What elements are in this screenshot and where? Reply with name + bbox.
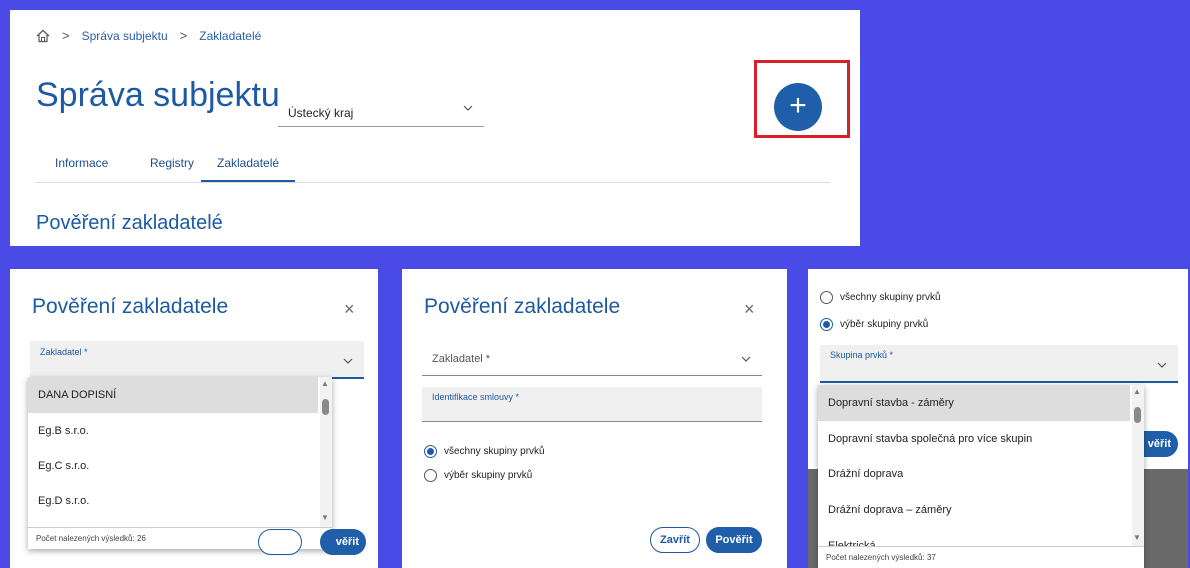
chevron-right-icon: > [62, 28, 70, 43]
radio-select-groups[interactable]: výběr skupiny prvků [820, 318, 928, 331]
radio-label: výběr skupiny prvků [444, 470, 533, 481]
scrollbar[interactable]: ▲ ▼ [320, 377, 332, 527]
scroll-down-icon[interactable]: ▼ [321, 513, 329, 522]
scroll-up-icon[interactable]: ▲ [1133, 387, 1141, 396]
dialog-title: Pověření zakladatele [424, 295, 621, 318]
page-title: Správa subjektu [36, 76, 280, 114]
founder-dropdown-list: DANA DOPISNÍ Eg.B s.r.o. Eg.C s.r.o. Eg.… [28, 377, 332, 549]
breadcrumb: > Správa subjektu > Zakladatelé [36, 28, 261, 43]
chevron-down-icon [343, 358, 353, 364]
subject-select-value: Ústecký kraj [288, 106, 354, 120]
tab-registries[interactable]: Registry [150, 156, 194, 170]
close-icon[interactable]: × [344, 299, 355, 320]
breadcrumb-item-founders[interactable]: Zakladatelé [199, 29, 261, 43]
radio-button[interactable] [820, 291, 833, 304]
radio-all-groups[interactable]: všechny skupiny prvků [424, 445, 545, 458]
radio-button[interactable] [424, 469, 437, 482]
contract-id-input[interactable]: Identifikace smlouvy * [422, 387, 762, 422]
chevron-right-icon: > [179, 28, 188, 43]
radio-label: všechny skupiny prvků [840, 292, 941, 303]
add-button[interactable]: + [774, 83, 822, 131]
scrollbar[interactable]: ▲ ▼ [1132, 385, 1144, 547]
radio-label: výběr skupiny prvků [840, 319, 929, 330]
cancel-button[interactable] [258, 529, 302, 555]
scroll-up-icon[interactable]: ▲ [321, 379, 329, 388]
radio-button[interactable] [424, 445, 437, 458]
list-item[interactable]: Eg.C s.r.o. [28, 448, 318, 484]
subject-select[interactable]: Ústecký kraj [278, 94, 484, 127]
chevron-down-icon [1157, 362, 1167, 368]
chevron-down-icon [741, 356, 751, 362]
assign-founder-dialog-dropdown: Pověření zakladatele × Zakladatel * DANA… [10, 269, 378, 568]
breadcrumb-item-subject[interactable]: Správa subjektu [82, 29, 168, 43]
radio-button[interactable] [820, 318, 833, 331]
scroll-down-icon[interactable]: ▼ [1133, 533, 1141, 542]
founder-select-placeholder: Zakladatel * [432, 353, 491, 365]
scrollbar-thumb[interactable] [322, 399, 329, 415]
founder-select[interactable]: Zakladatel * [30, 341, 364, 379]
home-icon[interactable] [36, 29, 50, 43]
list-item[interactable]: Drážní doprava – záměry [818, 492, 1130, 528]
list-item[interactable]: Eg.B s.r.o. [28, 413, 318, 449]
list-item[interactable]: DANA DOPISNÍ [28, 377, 318, 413]
list-item[interactable]: Dopravní stavba společná pro více skupin [818, 421, 1130, 457]
radio-all-groups[interactable]: všechny skupiny prvků [820, 291, 941, 304]
element-group-dialog: všechny skupiny prvků výběr skupiny prvk… [808, 269, 1188, 568]
confirm-button[interactable]: věřit [320, 529, 366, 555]
element-group-dropdown-list: Dopravní stavba - záměry Dopravní stavba… [818, 385, 1144, 568]
subject-management-panel: > Správa subjektu > Zakladatelé Správa s… [10, 10, 860, 246]
radio-select-groups[interactable]: výběr skupiny prvků [424, 469, 532, 482]
result-count: Počet nalezených výsledků: 37 [818, 546, 1144, 568]
list-item[interactable]: Drážní doprava [818, 456, 1130, 492]
radio-label: všechny skupiny prvků [444, 446, 545, 457]
section-title: Pověření zakladatelé [36, 212, 223, 234]
scrollbar-thumb[interactable] [1134, 407, 1141, 423]
founder-select[interactable]: Zakladatel * [422, 339, 762, 376]
element-group-label: Skupina prvků * [830, 350, 894, 360]
list-item[interactable]: Dopravní stavba - záměry [818, 385, 1130, 421]
tab-founders[interactable]: Zakladatelé [201, 156, 296, 182]
chevron-down-icon [463, 105, 473, 111]
confirm-button[interactable]: Pověřit [706, 527, 762, 553]
dialog-title: Pověření zakladatele [32, 295, 229, 318]
contract-id-label: Identifikace smlouvy * [432, 392, 520, 402]
element-group-select[interactable]: Skupina prvků * [820, 345, 1178, 383]
tab-information[interactable]: Informace [55, 156, 108, 170]
founder-select-label: Zakladatel * [40, 347, 88, 357]
close-button[interactable]: Zavřít [650, 527, 700, 553]
list-item[interactable]: Eg.D s.r.o. [28, 483, 318, 519]
assign-founder-dialog: Pověření zakladatele × Zakladatel * Iden… [402, 269, 787, 568]
close-icon[interactable]: × [744, 299, 755, 320]
tab-bar: Informace Registry Zakladatelé [35, 150, 830, 183]
